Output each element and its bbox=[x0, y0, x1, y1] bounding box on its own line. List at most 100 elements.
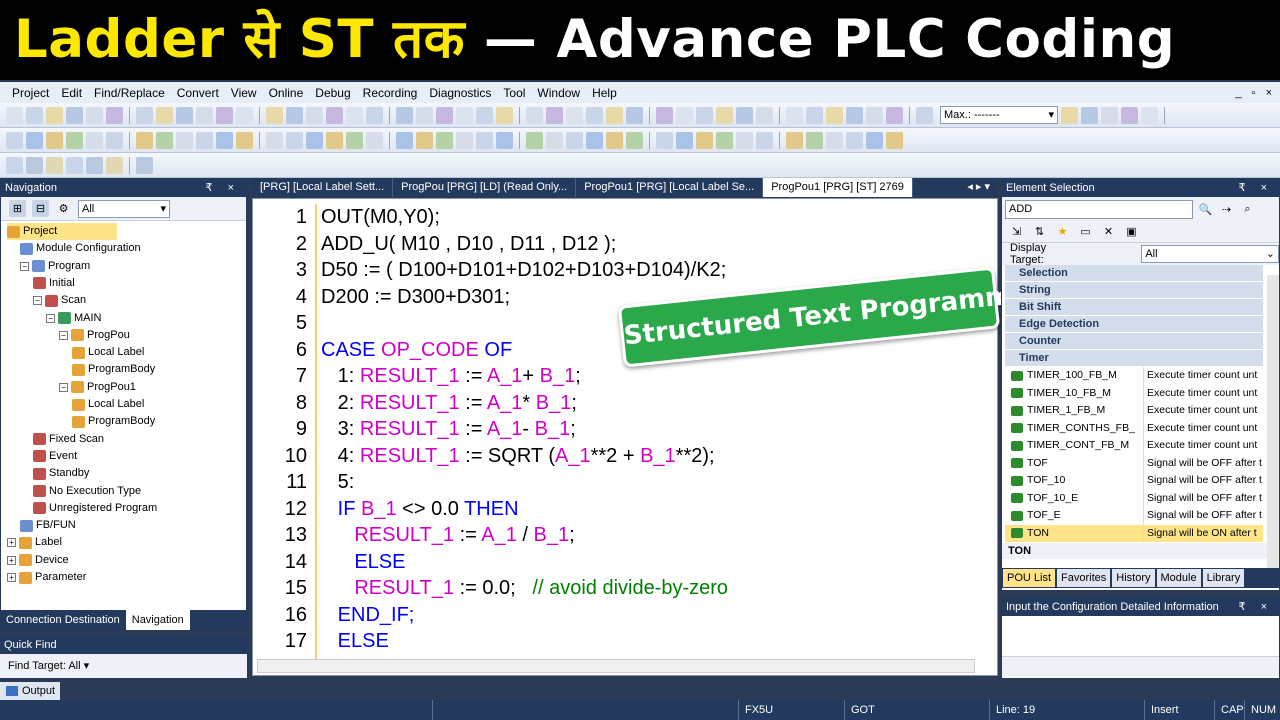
element-vertical-scrollbar[interactable] bbox=[1267, 275, 1279, 571]
tree-node[interactable]: Fixed Scan bbox=[33, 431, 104, 448]
toolbar-button-icon[interactable] bbox=[886, 106, 903, 124]
code-line[interactable]: 5: bbox=[321, 469, 355, 495]
toolbar-button-icon[interactable] bbox=[806, 131, 823, 149]
tree-node[interactable]: − Program bbox=[20, 258, 90, 275]
expand-toggle-icon[interactable]: − bbox=[46, 313, 55, 323]
tab-local-label-settings[interactable]: [PRG] [Local Label Sett... bbox=[252, 178, 394, 197]
tree-node[interactable]: Unregistered Program bbox=[33, 500, 157, 517]
element-category[interactable]: Selection bbox=[1005, 265, 1263, 282]
toolbar-button-icon[interactable] bbox=[546, 106, 563, 124]
star-icon[interactable]: ★ bbox=[1054, 223, 1071, 240]
toolbar-button-icon[interactable] bbox=[46, 156, 63, 174]
toolbar-button-icon[interactable] bbox=[26, 131, 43, 149]
toolbar-button-icon[interactable] bbox=[496, 106, 513, 124]
window-icon[interactable]: ▣ bbox=[1123, 223, 1140, 240]
toolbar-button-icon[interactable] bbox=[846, 106, 863, 124]
toolbar-button-icon[interactable] bbox=[736, 131, 753, 149]
find-next-icon[interactable]: ⇢ bbox=[1218, 201, 1235, 218]
toolbar-button-icon[interactable] bbox=[696, 106, 713, 124]
toolbar-button-icon[interactable] bbox=[176, 131, 193, 149]
toolbar-button-icon[interactable] bbox=[456, 131, 473, 149]
toolbar-button-icon[interactable] bbox=[326, 131, 343, 149]
code-line[interactable]: 3: RESULT_1 := A_1- B_1; bbox=[321, 416, 576, 442]
sort-icon[interactable]: ⇅ bbox=[1031, 223, 1048, 240]
element-row[interactable]: TOF_10 Signal will be OFF after t bbox=[1005, 472, 1263, 490]
code-line[interactable]: RESULT_1 := 0.0; // avoid divide-by-zero bbox=[321, 575, 728, 601]
toolbar-button-icon[interactable] bbox=[676, 131, 693, 149]
toolbar-button-icon[interactable] bbox=[6, 131, 23, 149]
toolbar-button-icon[interactable] bbox=[826, 131, 843, 149]
toolbar-button-icon[interactable] bbox=[626, 131, 643, 149]
toolbar-button-icon[interactable] bbox=[236, 131, 253, 149]
element-row[interactable]: TOF_E Signal will be OFF after t bbox=[1005, 507, 1263, 525]
menu-item-recording[interactable]: Recording bbox=[357, 86, 424, 100]
element-category[interactable]: Counter bbox=[1005, 333, 1263, 350]
toolbar-button-icon[interactable] bbox=[916, 106, 933, 124]
toolbar-button-icon[interactable] bbox=[546, 131, 563, 149]
toolbar-button-icon[interactable] bbox=[346, 131, 363, 149]
toolbar-button-icon[interactable] bbox=[306, 131, 323, 149]
menu-item-online[interactable]: Online bbox=[263, 86, 310, 100]
toolbar-button-icon[interactable] bbox=[396, 131, 413, 149]
code-line[interactable]: END_IF; bbox=[321, 602, 415, 628]
binoculars-icon[interactable]: ⌕ bbox=[1239, 201, 1256, 218]
element-category[interactable]: Edge Detection bbox=[1005, 316, 1263, 333]
tree-node[interactable]: + Device bbox=[7, 552, 69, 569]
toolbar-button-icon[interactable] bbox=[416, 131, 433, 149]
toolbar-button-icon[interactable] bbox=[476, 106, 493, 124]
toolbar-button-icon[interactable] bbox=[866, 106, 883, 124]
toolbar-button-icon[interactable] bbox=[396, 106, 413, 124]
toolbar-button-icon[interactable] bbox=[626, 106, 643, 124]
expand-toggle-icon[interactable]: − bbox=[33, 296, 42, 306]
element-search-input[interactable]: ADD bbox=[1005, 199, 1193, 219]
toolbar-button-icon[interactable] bbox=[696, 131, 713, 149]
toolbar-button-icon[interactable] bbox=[886, 131, 903, 149]
tab-progpou-ld[interactable]: ProgPou [PRG] [LD] (Read Only... bbox=[393, 178, 577, 197]
pin-icon[interactable]: ₹ × bbox=[206, 179, 246, 197]
toolbar-button-icon[interactable] bbox=[266, 131, 283, 149]
toolbar-button-icon[interactable] bbox=[586, 106, 603, 124]
tree-view-icon[interactable]: ⊞ bbox=[9, 200, 26, 217]
zoom-select[interactable]: Max.: ------- ▾ bbox=[940, 106, 1058, 124]
toolbar-button-icon[interactable] bbox=[196, 106, 213, 124]
menu-item-debug[interactable]: Debug bbox=[309, 86, 356, 100]
code-line[interactable]: OUT(M0,Y0); bbox=[321, 204, 440, 230]
horizontal-scrollbar[interactable] bbox=[257, 659, 975, 673]
expand-toggle-icon[interactable]: − bbox=[59, 330, 68, 340]
toolbar-button-icon[interactable] bbox=[476, 131, 493, 149]
code-line[interactable]: IF B_1 <> 0.0 THEN bbox=[321, 496, 519, 522]
code-line[interactable]: ELSE bbox=[321, 628, 389, 654]
output-tab[interactable]: Output bbox=[0, 682, 60, 700]
tree-node[interactable]: Project bbox=[7, 223, 118, 240]
menu-item-diagnostics[interactable]: Diagnostics bbox=[423, 86, 497, 100]
toolbar-button-icon[interactable] bbox=[196, 131, 213, 149]
toolbar-button-icon[interactable] bbox=[606, 131, 623, 149]
toolbar-button-icon[interactable] bbox=[46, 106, 63, 124]
insert-icon[interactable]: ⇲ bbox=[1008, 223, 1025, 240]
toolbar-button-icon[interactable] bbox=[806, 106, 823, 124]
tree-node[interactable]: ProgramBody bbox=[72, 413, 155, 430]
element-row[interactable]: TOF_10_E Signal will be OFF after t bbox=[1005, 489, 1263, 507]
toolbar-button-icon[interactable] bbox=[456, 106, 473, 124]
tree-node[interactable]: Initial bbox=[33, 275, 75, 292]
tab-favorites[interactable]: Favorites bbox=[1057, 569, 1111, 587]
toolbar-button-icon[interactable] bbox=[1061, 106, 1078, 124]
tab-connection-destination[interactable]: Connection Destination bbox=[0, 610, 126, 630]
toolbar-button-icon[interactable] bbox=[306, 106, 323, 124]
element-category[interactable]: String bbox=[1005, 282, 1263, 299]
toolbar-button-icon[interactable] bbox=[786, 131, 803, 149]
toolbar-button-icon[interactable] bbox=[716, 131, 733, 149]
toolbar-button-icon[interactable] bbox=[106, 131, 123, 149]
toolbar-button-icon[interactable] bbox=[416, 106, 433, 124]
toolbar-button-icon[interactable] bbox=[786, 106, 803, 124]
toolbar-button-icon[interactable] bbox=[86, 106, 103, 124]
toolbar-button-icon[interactable] bbox=[6, 106, 23, 124]
code-area[interactable]: 1 OUT(M0,Y0); 2 ADD_U( M10 , D10 , D11 , D1… bbox=[257, 204, 972, 659]
tab-progpou1-st[interactable]: ProgPou1 [PRG] [ST] 2769 bbox=[763, 178, 913, 197]
expand-toggle-icon[interactable]: + bbox=[7, 538, 16, 548]
close-icon[interactable]: × bbox=[1266, 87, 1272, 99]
tab-pou-list[interactable]: POU List bbox=[1003, 569, 1056, 587]
menu-item-view[interactable]: View bbox=[225, 86, 263, 100]
code-line[interactable]: 4: RESULT_1 := SQRT (A_1**2 + B_1**2); bbox=[321, 443, 715, 469]
toolbar-button-icon[interactable] bbox=[136, 156, 153, 174]
